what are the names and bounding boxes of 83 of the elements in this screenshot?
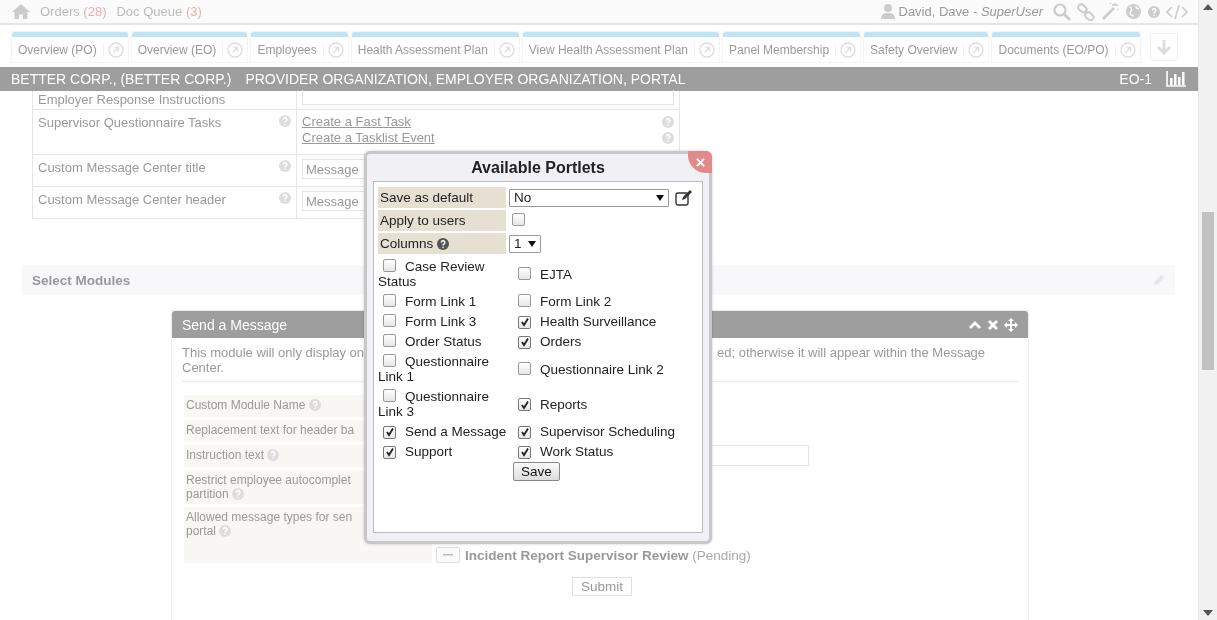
field-label: Custom Message Center header	[38, 192, 226, 209]
setting-label: Apply to users	[378, 210, 506, 231]
module-title: Send a Message	[182, 316, 288, 333]
checkbox[interactable]	[383, 334, 396, 347]
user-icon	[880, 4, 895, 19]
bar-chart-icon[interactable]	[1166, 71, 1186, 87]
checkbox[interactable]	[518, 266, 531, 280]
checkbox[interactable]	[383, 314, 396, 327]
close-icon[interactable]	[986, 317, 1000, 332]
checkbox[interactable]	[383, 354, 396, 367]
checkbox[interactable]	[383, 445, 396, 459]
organization-code: EO-1	[1119, 71, 1152, 87]
link-icon[interactable]	[1077, 2, 1095, 21]
code-icon[interactable]	[1166, 3, 1188, 20]
scrollbar-thumb[interactable]	[1202, 212, 1214, 370]
scroll-up-arrow-icon[interactable]	[1203, 4, 1213, 10]
dialog-title: Available Portlets	[470, 158, 606, 178]
portlet-option[interactable]: Questionnaire Link 1	[378, 354, 509, 384]
portlet-option[interactable]: Form Link 1	[378, 294, 509, 309]
scroll-down-arrow-icon[interactable]	[1203, 610, 1213, 616]
portlet-option[interactable]: Reports	[513, 396, 698, 412]
magic-wand-icon[interactable]	[1101, 2, 1119, 21]
arrow-circle-icon[interactable]	[968, 41, 985, 58]
globe-icon[interactable]	[1125, 3, 1142, 20]
close-icon	[695, 157, 705, 167]
select-field[interactable]: No	[509, 188, 669, 207]
message-type: Incident Report Supervisor Review (Pending)	[465, 547, 751, 563]
organization-name: BETTER CORP., (BETTER CORP.)	[11, 71, 232, 87]
arrow-circle-icon[interactable]	[107, 41, 124, 58]
help-icon[interactable]	[437, 237, 450, 250]
remove-button[interactable]	[436, 547, 460, 563]
arrow-circle-icon[interactable]	[327, 41, 344, 58]
portlet-option[interactable]: Work Status	[513, 444, 698, 459]
checkbox[interactable]	[518, 445, 531, 459]
scrollbar[interactable]	[1198, 0, 1217, 620]
checkbox[interactable]	[518, 315, 531, 329]
caret-icon	[527, 240, 536, 247]
portlet-option[interactable]: Supervisor Scheduling	[513, 424, 698, 439]
arrow-circle-icon[interactable]	[699, 41, 716, 58]
text-area[interactable]	[302, 90, 674, 105]
arrow-down-icon	[1155, 39, 1172, 55]
module-description: This module will only display on	[182, 345, 365, 360]
scroll-tabs-button[interactable]	[1149, 33, 1178, 61]
select-field[interactable]: 1	[509, 234, 541, 253]
portlet-option[interactable]: Order Status	[378, 334, 509, 349]
edit-icon[interactable]	[675, 189, 693, 206]
field-label: Custom Message Center title	[38, 160, 206, 177]
arrow-circle-icon[interactable]	[227, 41, 244, 58]
home-icon[interactable]	[12, 4, 30, 19]
move-icon[interactable]	[1004, 317, 1018, 332]
checkbox[interactable]	[383, 259, 396, 272]
arrow-circle-icon[interactable]	[1119, 41, 1136, 58]
save-button[interactable]: Save	[513, 462, 560, 481]
portlet-option[interactable]: Form Link 2	[513, 294, 698, 309]
checkbox[interactable]	[518, 335, 531, 349]
checkbox[interactable]	[383, 294, 396, 307]
field-label: Supervisor Questionnaire Tasks	[38, 115, 222, 132]
search-icon[interactable]	[1053, 2, 1071, 21]
checkbox[interactable]	[512, 213, 525, 226]
module-description: ed; otherwise it will appear within the Message	[717, 345, 987, 360]
portlet-option[interactable]: Questionnaire Link 2	[513, 361, 698, 377]
portlet-option[interactable]: Health Surveillance	[513, 314, 698, 329]
checkbox[interactable]	[518, 398, 531, 411]
field-label: Employer Response Instructions	[38, 92, 226, 109]
setting-label: Columns	[378, 233, 506, 254]
portlet-option[interactable]: Orders	[513, 334, 698, 349]
checkbox[interactable]	[518, 294, 531, 307]
portlet-option[interactable]: Case Review Status	[378, 259, 509, 289]
checkbox[interactable]	[518, 361, 531, 375]
caret-icon	[656, 194, 664, 201]
section-title: Select Modules	[32, 272, 131, 288]
setting-label: Save as default	[378, 187, 506, 208]
organization-roles: PROVIDER ORGANIZATION, EMPLOYER ORGANIZATION, PORTAL	[245, 71, 686, 87]
minus-icon	[443, 554, 453, 556]
checkbox[interactable]	[383, 425, 396, 439]
arrow-circle-icon[interactable]	[840, 41, 857, 58]
arrow-circle-icon[interactable]	[498, 41, 515, 58]
checkbox[interactable]	[383, 389, 396, 402]
portlet-option[interactable]: Form Link 3	[378, 314, 509, 329]
module-description: Center.	[182, 360, 224, 375]
portlet-option[interactable]: EJTA	[513, 266, 698, 282]
close-button[interactable]	[688, 151, 712, 173]
checkbox[interactable]	[518, 425, 531, 439]
